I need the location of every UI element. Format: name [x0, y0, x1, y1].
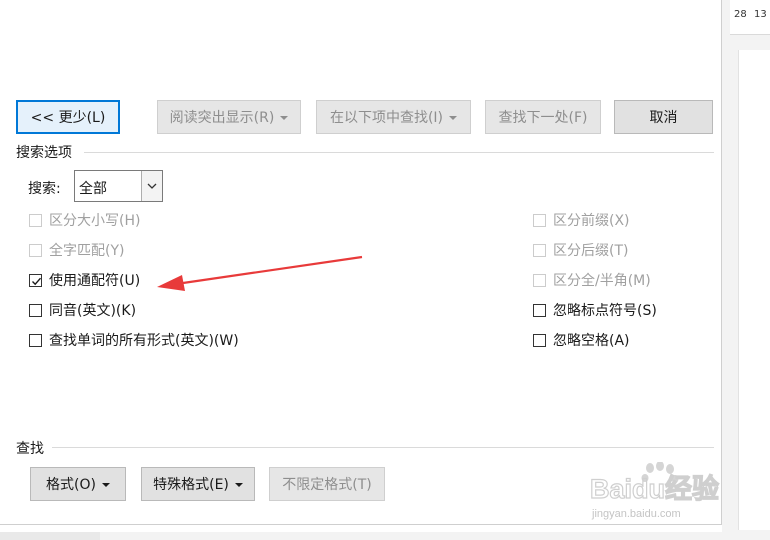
find-dialog: << 更少(L) 阅读突出显示(R) 在以下项中查找(I) 查找下一处(F) 取…: [0, 0, 722, 525]
option-all-word-forms[interactable]: 查找单词的所有形式(英文)(W): [29, 330, 239, 350]
option-sounds-like[interactable]: 同音(英文)(K): [29, 300, 136, 320]
search-scope-label: 搜索:: [28, 181, 61, 197]
cancel-button-label: 取消: [649, 110, 678, 126]
special-format-button[interactable]: 特殊格式(E): [141, 467, 255, 501]
option-match-width[interactable]: 区分全/半角(M): [533, 270, 651, 290]
dropdown-caret-icon: [449, 116, 458, 120]
option-label: 同音(英文)(K): [49, 303, 137, 319]
checkbox[interactable]: [29, 213, 42, 227]
checkmark-icon: [32, 277, 42, 285]
document-ruler: 28 13: [730, 0, 770, 35]
dropdown-caret-icon: [234, 483, 243, 487]
section-divider: [84, 152, 714, 153]
checkbox[interactable]: [29, 333, 42, 347]
search-scope-select[interactable]: 全部: [74, 170, 163, 202]
cancel-button[interactable]: 取消: [614, 100, 713, 134]
ruler-number: 28: [734, 9, 747, 20]
option-match-prefix[interactable]: 区分前缀(X): [533, 210, 630, 230]
checkbox[interactable]: [533, 213, 546, 227]
find-next-label: 查找下一处(F): [498, 110, 588, 126]
option-label: 忽略标点符号(S): [553, 303, 657, 319]
option-use-wildcards[interactable]: 使用通配符(U): [29, 270, 140, 290]
option-label: 忽略空格(A): [553, 333, 630, 349]
option-match-suffix[interactable]: 区分后缀(T): [533, 240, 628, 260]
option-label: 区分后缀(T): [553, 243, 629, 259]
option-label: 使用通配符(U): [49, 273, 141, 289]
checkbox[interactable]: [533, 333, 546, 347]
section-divider: [52, 447, 714, 448]
reading-highlight-label: 阅读突出显示(R): [169, 110, 275, 126]
checkbox-checked[interactable]: [29, 273, 42, 287]
option-match-case[interactable]: 区分大小写(H): [29, 210, 140, 230]
checkbox[interactable]: [29, 243, 42, 257]
option-ignore-punctuation[interactable]: 忽略标点符号(S): [533, 300, 657, 320]
ruler-number: 13: [754, 9, 767, 20]
format-button[interactable]: 格式(O): [30, 467, 126, 501]
dropdown-caret-icon: [280, 116, 289, 120]
option-label: 区分大小写(H): [49, 213, 141, 229]
option-label: 区分前缀(X): [553, 213, 630, 229]
special-format-label: 特殊格式(E): [153, 477, 229, 493]
no-formatting-button[interactable]: 不限定格式(T): [269, 467, 385, 501]
svg-text:jingyan.baidu.com: jingyan.baidu.com: [591, 508, 681, 520]
find-section-title: 查找: [16, 441, 44, 457]
checkbox[interactable]: [29, 303, 42, 317]
less-button-label: << 更少(L): [30, 110, 106, 126]
checkbox[interactable]: [533, 303, 546, 317]
no-formatting-label: 不限定格式(T): [282, 477, 372, 493]
option-label: 查找单词的所有形式(英文)(W): [49, 333, 239, 349]
find-next-button[interactable]: 查找下一处(F): [485, 100, 601, 134]
dropdown-caret-icon: [101, 483, 110, 487]
option-label: 区分全/半角(M): [553, 273, 651, 289]
find-in-label: 在以下项中查找(I): [329, 110, 444, 126]
svg-text:Baidu经验: Baidu经验: [590, 473, 719, 504]
format-button-label: 格式(O): [46, 477, 96, 493]
baidu-watermark: Baidu经验 jingyan.baidu.com: [589, 461, 730, 524]
find-in-button[interactable]: 在以下项中查找(I): [316, 100, 471, 134]
search-options-title: 搜索选项: [16, 145, 72, 161]
search-scope-value: 全部: [79, 181, 107, 197]
option-ignore-whitespace[interactable]: 忽略空格(A): [533, 330, 630, 350]
checkbox[interactable]: [533, 243, 546, 257]
option-label: 全字匹配(Y): [49, 243, 125, 259]
option-whole-word[interactable]: 全字匹配(Y): [29, 240, 124, 260]
annotation-arrow-icon: [157, 255, 363, 291]
checkbox[interactable]: [533, 273, 546, 287]
chevron-down-icon[interactable]: [141, 171, 162, 201]
document-page: [738, 50, 770, 530]
reading-highlight-button[interactable]: 阅读突出显示(R): [157, 100, 301, 134]
status-strip: [0, 532, 770, 540]
less-button[interactable]: << 更少(L): [16, 100, 120, 134]
